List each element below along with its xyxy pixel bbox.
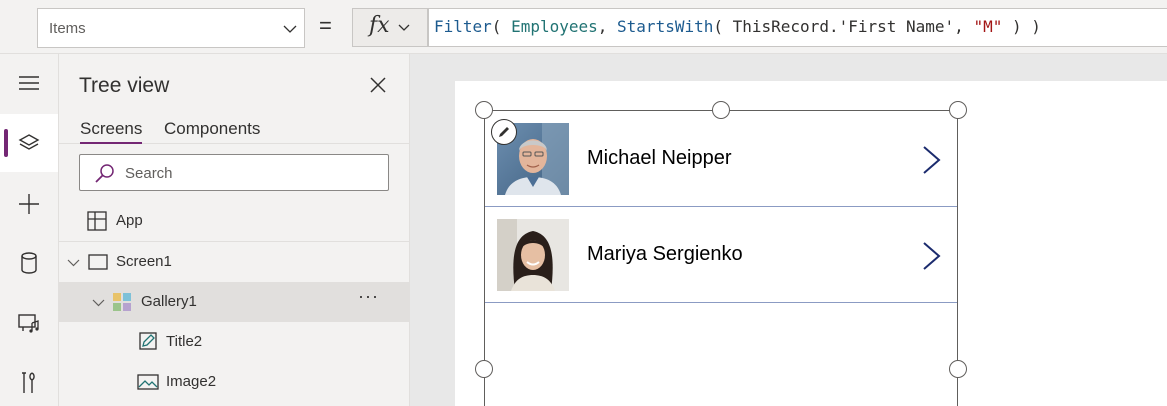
chevron-down-icon (283, 25, 297, 33)
plus-icon[interactable] (0, 175, 58, 233)
panel-title: Tree view (79, 74, 170, 97)
property-value: Items (49, 20, 86, 37)
screen-canvas[interactable]: Michael Neipper Mariya Sergienko (455, 81, 1167, 406)
formula-token: Filter (434, 17, 492, 36)
tree-view-panel: Tree view Screens Components Search App … (59, 54, 410, 406)
gallery-row[interactable]: Mariya Sergienko (485, 207, 957, 303)
tree-item-gallery1[interactable]: Gallery1 ··· (59, 282, 409, 322)
edit-label-icon (139, 332, 157, 350)
resize-handle-top-left[interactable] (475, 101, 493, 119)
property-dropdown[interactable]: Items (37, 8, 305, 48)
close-icon[interactable] (368, 75, 388, 95)
formula-token: ( ThisRecord.'First Name', (713, 17, 974, 36)
formula-token: StartsWith (617, 17, 714, 36)
chevron-right-icon[interactable] (921, 145, 943, 175)
screen-icon (88, 254, 108, 270)
left-rail (0, 54, 59, 406)
fx-button[interactable]: fx (352, 8, 428, 47)
layers-icon[interactable] (0, 114, 58, 172)
tree-item-label: App (116, 212, 143, 229)
app-icon (87, 211, 107, 231)
chevron-down-icon (398, 24, 410, 31)
formula-bar: Items = fx Filter( Employees, StartsWith… (0, 0, 1167, 54)
tree-item-label: Screen1 (116, 253, 172, 270)
tree-item-label: Title2 (166, 333, 203, 350)
tree-item-image2[interactable]: Image2 (59, 362, 409, 402)
search-placeholder: Search (125, 165, 173, 182)
gallery-icon (113, 293, 131, 311)
fx-label: fx (369, 13, 390, 38)
employee-photo (497, 219, 569, 291)
equals-sign: = (319, 13, 332, 38)
formula-input[interactable]: Filter( Employees, StartsWith( ThisRecor… (428, 8, 1167, 47)
search-input[interactable]: Search (79, 154, 389, 191)
hamburger-icon[interactable] (0, 54, 58, 112)
resize-handle-right[interactable] (949, 360, 967, 378)
search-icon (95, 164, 114, 183)
formula-token: ) ) (1002, 17, 1041, 36)
formula-token: ( (491, 17, 512, 36)
employee-name: Michael Neipper (587, 147, 732, 169)
chevron-right-icon[interactable] (921, 241, 943, 271)
canvas-area: Michael Neipper Mariya Sergienko (411, 54, 1167, 406)
formula-token: Employees (511, 17, 598, 36)
gallery-row[interactable]: Michael Neipper (485, 111, 957, 207)
formula-token: , (597, 17, 618, 36)
resize-handle-top-right[interactable] (949, 101, 967, 119)
gallery-control[interactable]: Michael Neipper Mariya Sergienko (484, 110, 958, 406)
employee-name: Mariya Sergienko (587, 243, 743, 265)
chevron-down-icon[interactable] (67, 256, 80, 269)
formula-token: "M" (973, 17, 1003, 36)
data-icon[interactable] (0, 234, 58, 292)
tree-item-screen1[interactable]: Screen1 (59, 242, 409, 282)
tools-icon[interactable] (0, 354, 58, 406)
tab-screens[interactable]: Screens (80, 119, 142, 139)
power-apps-studio: Items = fx Filter( Employees, StartsWith… (0, 0, 1167, 406)
tree-item-label: Gallery1 (141, 293, 197, 310)
chevron-down-icon[interactable] (92, 296, 105, 309)
resize-handle-left[interactable] (475, 360, 493, 378)
image-icon (137, 374, 159, 390)
media-icon[interactable] (0, 294, 58, 352)
resize-handle-top[interactable] (712, 101, 730, 119)
active-tab-indicator (80, 142, 142, 144)
more-options-icon[interactable]: ··· (358, 286, 379, 307)
tab-components[interactable]: Components (164, 119, 260, 139)
tree-item-label: Image2 (166, 373, 217, 390)
edit-template-icon[interactable] (491, 119, 517, 145)
tree-item-app[interactable]: App (59, 201, 409, 241)
tree-item-title2[interactable]: Title2 (59, 322, 409, 362)
